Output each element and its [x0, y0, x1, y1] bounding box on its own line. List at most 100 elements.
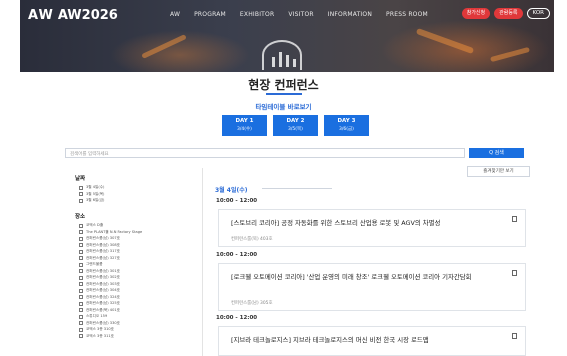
place-filter-label: 컨퍼런스룸(남) 301호	[86, 268, 120, 273]
checkbox-box[interactable]	[79, 249, 83, 254]
day-label: DAY 3	[337, 118, 356, 124]
date-filter-heading: 날짜	[75, 176, 86, 182]
tab-day-2[interactable]: DAY 2 3/5(목)	[273, 115, 318, 136]
bookmark-icon[interactable]	[512, 333, 517, 339]
checkbox-box[interactable]	[79, 275, 83, 280]
session-time: 10:00 - 12:00	[216, 198, 258, 204]
date-filter-label: 3월 4일(수)	[86, 185, 105, 189]
place-filter-checkbox[interactable]: 컨퍼런스룸(남) 304호	[79, 288, 202, 293]
checkbox-box[interactable]	[79, 262, 83, 267]
language-button[interactable]: KOR	[526, 8, 550, 19]
checkbox-box[interactable]	[79, 269, 83, 273]
place-filter-checkbox[interactable]: 코엑스 3층 310호	[79, 327, 202, 332]
checkbox-box[interactable]	[79, 230, 83, 234]
session-card[interactable]: [지브라 테크놀로지스] 지브라 테크놀로지스의 머신 비전 한국 시장 로드맵	[218, 326, 526, 356]
emblem-bar	[286, 55, 289, 67]
place-filter-label: 컨퍼런스룸(남) 308호	[86, 242, 120, 247]
session-card[interactable]: [스토브리 코리아] 공정 자동화를 위한 스토브리 산업용 로봇 및 AGV의…	[218, 209, 526, 247]
tab-day-3[interactable]: DAY 3 3/6(금)	[324, 115, 369, 136]
title-underline	[266, 93, 302, 95]
logo[interactable]: AW AW2026	[28, 8, 118, 23]
emblem-bar	[279, 52, 282, 67]
place-filter-checkbox[interactable]: 컨퍼런스룸(남) 308호	[79, 243, 202, 248]
checkbox-box[interactable]	[79, 185, 83, 190]
checkbox-box[interactable]	[79, 334, 83, 338]
place-filter-label: 스튜디오 159	[86, 314, 108, 318]
place-filter-checkbox[interactable]: 스튜디오 159	[79, 314, 202, 319]
checkbox-box[interactable]	[79, 288, 83, 293]
place-filter-label: 코엑스 3층 310호	[86, 327, 114, 331]
page: AW AW2026 AW PROGRAM EXHIBITOR VISITOR I…	[0, 0, 567, 356]
place-filter-checkbox[interactable]: 컨퍼런스룸(남) 307호	[79, 236, 202, 241]
place-filter-checkbox[interactable]: 그랜드볼룸	[79, 262, 202, 267]
place-filter-checkbox[interactable]: 컨퍼런스룸(남) 330호	[79, 321, 202, 326]
place-filter-checkbox[interactable]: 컨퍼런스룸(남) 317호	[79, 249, 202, 254]
nav-press-room[interactable]: PRESS ROOM	[386, 11, 428, 18]
checkbox-box[interactable]	[79, 256, 83, 260]
place-filter-heading: 장소	[75, 214, 86, 220]
checkbox-box[interactable]	[79, 314, 83, 319]
checkbox-box[interactable]	[79, 192, 83, 196]
checkbox-box[interactable]	[79, 243, 83, 247]
date-filter-checkbox[interactable]: 3월 5일(목)	[79, 192, 202, 197]
favorites-only-button[interactable]: 즐겨찾기만 보기	[467, 166, 530, 177]
place-filter-checkbox[interactable]: 컨퍼런스룸(북) 401호	[79, 308, 202, 313]
session-date-label: 3월 4일(수)	[215, 187, 248, 194]
place-filter-checkbox[interactable]: 컨퍼런스룸(남) 324호	[79, 295, 202, 300]
checkbox-box[interactable]	[79, 236, 83, 241]
checkbox-box[interactable]	[79, 198, 83, 203]
header-actions: 참가신청 관람등록 KOR	[461, 8, 550, 19]
checkbox-box[interactable]	[79, 301, 83, 306]
nav-aw[interactable]: AW	[170, 11, 180, 18]
checkbox-box[interactable]	[79, 223, 83, 228]
bookmark-icon[interactable]	[512, 216, 517, 222]
session-time: 10:00 - 12:00	[216, 252, 258, 258]
nav-program[interactable]: PROGRAM	[194, 11, 226, 18]
place-filter-list: 코엑스 D홀 The PLANT홀 N.N Factory Stage 컨퍼런스룸(…	[65, 223, 202, 339]
checkbox-box[interactable]	[79, 295, 83, 299]
place-filter-label: 코엑스 D홀	[86, 223, 104, 227]
place-filter-checkbox[interactable]: 컨퍼런스룸(남) 327호	[79, 256, 202, 261]
main-nav: AW PROGRAM EXHIBITOR VISITOR INFORMATION…	[170, 11, 428, 18]
search-button[interactable]: Q 검색	[469, 148, 524, 158]
timetable-link[interactable]: 타임테이블 바로보기	[0, 101, 567, 111]
page-title: 현장 컨퍼런스	[248, 78, 319, 92]
place-filter-checkbox[interactable]: 코엑스 3층 311호	[79, 334, 202, 339]
session-room: 컨퍼런스룸(남) 305호	[231, 301, 273, 306]
checkbox-box[interactable]	[79, 327, 83, 332]
apply-button[interactable]: 참가신청	[461, 8, 491, 19]
place-filter-label: 컨퍼런스룸(남) 330호	[86, 320, 120, 325]
session-list: 즐겨찾기만 보기 3월 4일(수) 10:00 - 12:00 [스토브리 코리…	[210, 165, 530, 356]
place-filter-checkbox[interactable]: 컨퍼런스룸(남) 302호	[79, 275, 202, 280]
nav-visitor[interactable]: VISITOR	[288, 11, 313, 18]
place-filter-checkbox[interactable]: 컨퍼런스룸(남) 303호	[79, 282, 202, 287]
emblem-bar	[293, 59, 296, 67]
filter-sidebar: 날짜 3월 4일(수) 3월 5일(목) 3월 6일(금) 장소 코엑스 D홀 The…	[65, 168, 203, 356]
place-filter-checkbox[interactable]: 코엑스 D홀	[79, 223, 202, 228]
place-filter-label: 컨퍼런스룸(남) 304호	[86, 288, 120, 292]
session-card[interactable]: [로크웰 오토메이션 코리아] '산업 운영의 미래 창조' 로크웰 오토메이션…	[218, 263, 526, 311]
nav-exhibitor[interactable]: EXHIBITOR	[240, 11, 274, 18]
nav-information[interactable]: INFORMATION	[328, 11, 372, 18]
place-filter-label: 컨퍼런스룸(북) 401호	[86, 307, 120, 312]
register-button[interactable]: 관람등록	[494, 8, 523, 19]
date-filter-label: 3월 6일(금)	[86, 198, 105, 202]
place-filter-checkbox[interactable]: 컨퍼런스룸(남) 301호	[79, 269, 202, 274]
bookmark-icon[interactable]	[512, 270, 517, 276]
date-filter-checkbox[interactable]: 3월 6일(금)	[79, 198, 202, 203]
place-filter-checkbox[interactable]: The PLANT홀 N.N Factory Stage	[79, 230, 202, 235]
day-date: 3/5(목)	[288, 127, 303, 132]
session-room: 컨퍼런스룸(북) 403호	[231, 237, 273, 242]
place-filter-label: 그랜드볼룸	[86, 262, 103, 266]
checkbox-box[interactable]	[79, 282, 83, 286]
date-filter-checkbox[interactable]: 3월 4일(수)	[79, 185, 202, 190]
date-filter-label: 3월 5일(목)	[86, 191, 105, 196]
checkbox-box[interactable]	[79, 321, 83, 325]
place-filter-label: 컨퍼런스룸(남) 327호	[86, 255, 120, 260]
tab-day-1[interactable]: DAY 1 3/4(수)	[222, 115, 267, 136]
search-input[interactable]: 검색어를 입력하세요	[65, 148, 465, 158]
place-filter-label: The PLANT홀 N.N Factory Stage	[86, 229, 143, 234]
day-tabs: DAY 1 3/4(수) DAY 2 3/5(목) DAY 3 3/6(금)	[222, 115, 369, 136]
place-filter-checkbox[interactable]: 컨퍼런스룸(남) 325호	[79, 301, 202, 306]
checkbox-box[interactable]	[79, 308, 83, 312]
